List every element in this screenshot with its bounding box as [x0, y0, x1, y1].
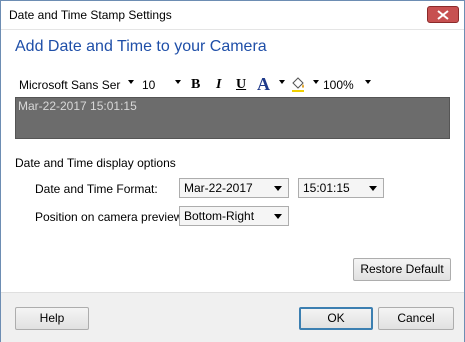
dialog-footer: Help OK Cancel — [1, 292, 464, 342]
zoom-dropdown-icon[interactable] — [365, 80, 371, 84]
stamp-text: Mar-22-2017 15:01:15 — [18, 99, 137, 113]
stamp-preview[interactable]: Mar-22-2017 15:01:15 — [15, 97, 450, 139]
time-format-value: 15:01:15 — [303, 181, 350, 195]
dialog-window: Date and Time Stamp Settings Add Date an… — [0, 0, 465, 342]
chevron-down-icon — [274, 186, 282, 191]
zoom-select[interactable]: 100% — [323, 78, 354, 92]
font-name-select[interactable]: Microsoft Sans Ser — [19, 78, 120, 92]
help-button[interactable]: Help — [15, 307, 89, 330]
position-label: Position on camera preview: — [35, 210, 186, 224]
bold-button[interactable]: B — [191, 77, 200, 93]
font-name-dropdown-icon[interactable] — [128, 80, 134, 84]
title-bar: Date and Time Stamp Settings — [1, 1, 464, 30]
time-format-select[interactable]: 15:01:15 — [298, 178, 384, 198]
close-icon — [437, 10, 449, 20]
font-color-dropdown-icon[interactable] — [279, 80, 285, 84]
cancel-button[interactable]: Cancel — [378, 307, 454, 330]
italic-button[interactable]: I — [216, 77, 221, 93]
format-label: Date and Time Format: — [35, 182, 158, 196]
position-value: Bottom-Right — [184, 209, 255, 223]
underline-button[interactable]: U — [236, 77, 246, 93]
section-label: Date and Time display options — [15, 156, 176, 170]
font-color-button[interactable]: A — [257, 74, 270, 95]
date-format-value: Mar-22-2017 — [184, 181, 253, 195]
content-area: Add Date and Time to your Camera Microso… — [1, 30, 464, 292]
fill-color-icon[interactable] — [289, 75, 307, 93]
chevron-down-icon — [369, 186, 377, 191]
format-toolbar: Microsoft Sans Ser 10 B I U A 100% — [17, 74, 377, 98]
chevron-down-icon — [274, 214, 282, 219]
window-title: Date and Time Stamp Settings — [9, 8, 172, 22]
fill-color-dropdown-icon[interactable] — [313, 80, 319, 84]
page-title: Add Date and Time to your Camera — [15, 38, 267, 55]
close-button[interactable] — [427, 6, 459, 23]
font-size-dropdown-icon[interactable] — [175, 80, 181, 84]
position-select[interactable]: Bottom-Right — [179, 206, 289, 226]
date-format-select[interactable]: Mar-22-2017 — [179, 178, 289, 198]
ok-button[interactable]: OK — [299, 307, 373, 330]
font-size-select[interactable]: 10 — [142, 78, 155, 92]
restore-default-button[interactable]: Restore Default — [353, 258, 451, 281]
